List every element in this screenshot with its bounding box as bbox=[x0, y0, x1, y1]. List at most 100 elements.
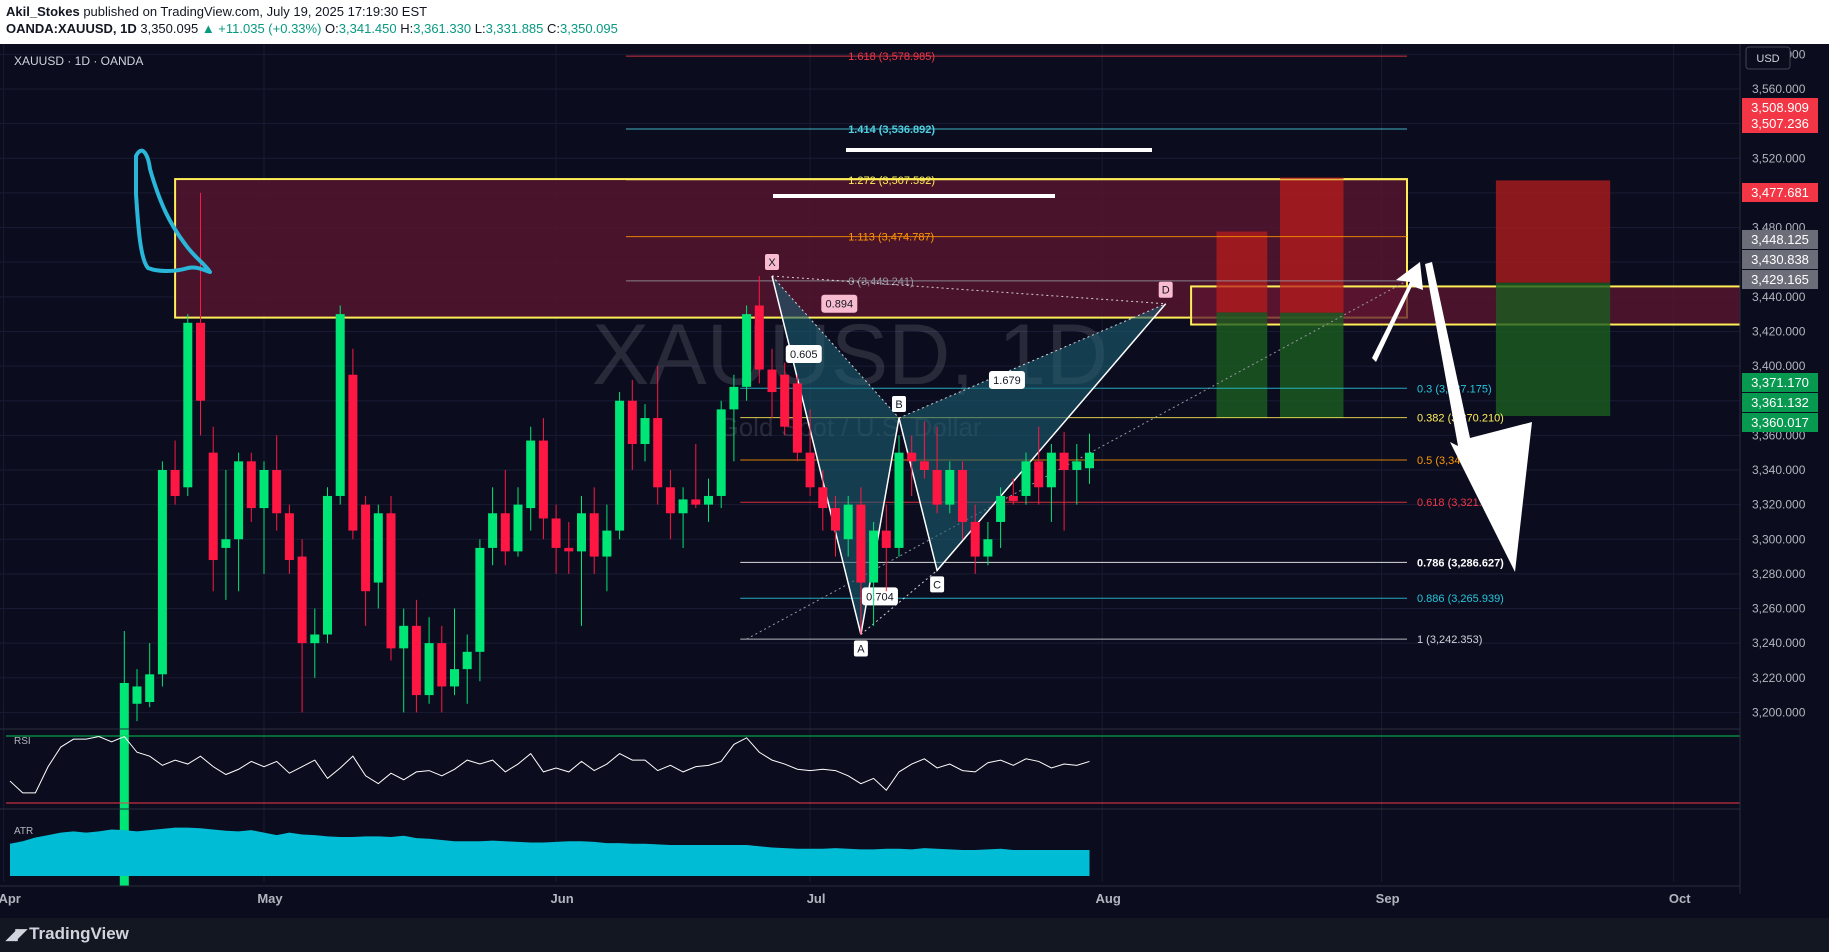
candle-body bbox=[373, 513, 383, 583]
price-label-text: 3,508.909 bbox=[1751, 100, 1809, 115]
candle-body bbox=[602, 530, 612, 557]
candle-body bbox=[246, 461, 256, 509]
price-change: ▲ +11.035 (+0.33%) bbox=[201, 21, 322, 36]
close-label: C: bbox=[547, 21, 561, 36]
candle-body bbox=[843, 504, 853, 540]
pattern-ratio-label: 0.704 bbox=[866, 591, 894, 603]
high-value: 3,361.330 bbox=[413, 21, 472, 36]
fib-label: 1.414 (3,536.892) bbox=[848, 124, 935, 136]
fib-label: 0.786 (3,286.627) bbox=[1417, 557, 1504, 569]
candle-body bbox=[450, 669, 459, 687]
candle-body bbox=[310, 634, 320, 644]
fib-label: 1.272 (3,507.592) bbox=[848, 175, 935, 187]
candle-body bbox=[259, 469, 269, 509]
fib-label: 1 (3,242.353) bbox=[1417, 634, 1482, 646]
price-tick-label: 3,300.000 bbox=[1752, 532, 1806, 546]
time-label: Jun bbox=[551, 891, 574, 906]
candle-body bbox=[1021, 461, 1031, 496]
price-label-text: 3,477.681 bbox=[1751, 185, 1809, 200]
candle-body bbox=[983, 539, 993, 557]
candle-body bbox=[589, 513, 599, 557]
price-tick-label: 3,520.000 bbox=[1752, 151, 1806, 165]
candle-body bbox=[208, 452, 218, 561]
candle-body bbox=[1059, 452, 1069, 470]
candle-body bbox=[411, 625, 421, 696]
candle-body bbox=[437, 643, 447, 687]
symbol-label: OANDA:XAUUSD, 1D bbox=[6, 21, 137, 36]
candle-body bbox=[767, 369, 777, 393]
candle-body bbox=[386, 513, 396, 649]
candle-body bbox=[640, 418, 650, 445]
short-position-1-target-area bbox=[1216, 312, 1268, 419]
candle-body bbox=[1034, 461, 1044, 488]
price-chart[interactable]: XAUUSD, 1D Gold Spot / U.S. Dollar 1.618… bbox=[0, 44, 1829, 918]
candle-body bbox=[361, 504, 371, 592]
candle-body bbox=[754, 305, 764, 370]
open-label: O: bbox=[325, 21, 339, 36]
candle-body bbox=[780, 374, 790, 427]
price-label-text: 3,371.170 bbox=[1751, 375, 1809, 390]
tradingview-mark-icon: ◢◤ bbox=[6, 926, 27, 943]
pattern-point-label: D bbox=[1162, 285, 1170, 297]
price-label-text: 3,361.132 bbox=[1751, 395, 1809, 410]
close-value: 3,350.095 bbox=[560, 21, 618, 36]
candle-body bbox=[538, 440, 548, 519]
candle-body bbox=[513, 504, 523, 552]
candle-body bbox=[183, 322, 193, 488]
candle-body bbox=[869, 530, 879, 583]
price-label-text: 3,430.838 bbox=[1751, 252, 1809, 267]
time-label: Apr bbox=[0, 891, 21, 906]
price-tick-label: 3,320.000 bbox=[1752, 498, 1806, 512]
candle-body bbox=[462, 651, 472, 670]
high-label: H: bbox=[400, 21, 414, 36]
price-tick-label: 3,280.000 bbox=[1752, 567, 1806, 581]
candle-body bbox=[272, 469, 282, 514]
fib-label: 0.886 (3,265.939) bbox=[1417, 593, 1504, 605]
candle-body bbox=[958, 469, 967, 522]
candle-body bbox=[399, 625, 409, 649]
candle-body bbox=[1008, 495, 1018, 502]
chart-header: Akil_Stokes published on TradingView.com… bbox=[0, 0, 1829, 44]
candle-body bbox=[704, 495, 713, 505]
time-label: Oct bbox=[1669, 891, 1691, 906]
fib-label: 1.113 (3,474.787) bbox=[848, 232, 934, 244]
candle-body bbox=[500, 513, 510, 552]
candle-body bbox=[196, 322, 205, 401]
candle-body bbox=[488, 513, 498, 548]
price-scale-bg bbox=[1740, 44, 1829, 918]
candle-body bbox=[627, 400, 637, 445]
short-position-3-stop-area bbox=[1495, 180, 1611, 283]
short-position-3-target-area bbox=[1495, 282, 1611, 417]
price-tick-label: 3,420.000 bbox=[1752, 324, 1806, 338]
candle-body bbox=[932, 469, 942, 505]
candle-body bbox=[792, 383, 802, 453]
time-label: Sep bbox=[1376, 891, 1400, 906]
price-tick-label: 3,560.000 bbox=[1752, 82, 1806, 96]
candle-body bbox=[691, 499, 701, 505]
price-tick-label: 3,400.000 bbox=[1752, 359, 1806, 373]
pattern-ratio-label: 1.679 bbox=[993, 375, 1021, 387]
candle-body bbox=[919, 461, 929, 470]
candle-body bbox=[145, 674, 155, 703]
candle-body bbox=[856, 504, 866, 583]
published-text: published on TradingView.com, July 19, 2… bbox=[83, 4, 428, 19]
tradingview-logo[interactable]: ◢◤ TradingView bbox=[6, 924, 129, 944]
price-label-text: 3,429.165 bbox=[1751, 272, 1809, 287]
candle-body bbox=[551, 518, 561, 548]
candle-body bbox=[170, 469, 180, 496]
pattern-point-label: C bbox=[933, 579, 941, 591]
candle-body bbox=[742, 314, 752, 387]
price-tick-label: 3,440.000 bbox=[1752, 290, 1806, 304]
candle-body bbox=[577, 513, 586, 552]
candle-body bbox=[564, 547, 574, 552]
last-price: 3,350.095 bbox=[140, 21, 199, 36]
currency-label: USD bbox=[1756, 53, 1779, 65]
candle-body bbox=[805, 452, 815, 488]
low-label: L: bbox=[474, 21, 486, 36]
candle-body bbox=[234, 461, 244, 540]
candle-body bbox=[996, 495, 1006, 522]
candle-body bbox=[475, 547, 485, 652]
author-name[interactable]: Akil_Stokes bbox=[6, 4, 80, 19]
pattern-point-label: A bbox=[857, 643, 865, 655]
price-scale[interactable]: 3,580.0003,560.0003,540.0003,520.0003,50… bbox=[1739, 44, 1829, 918]
